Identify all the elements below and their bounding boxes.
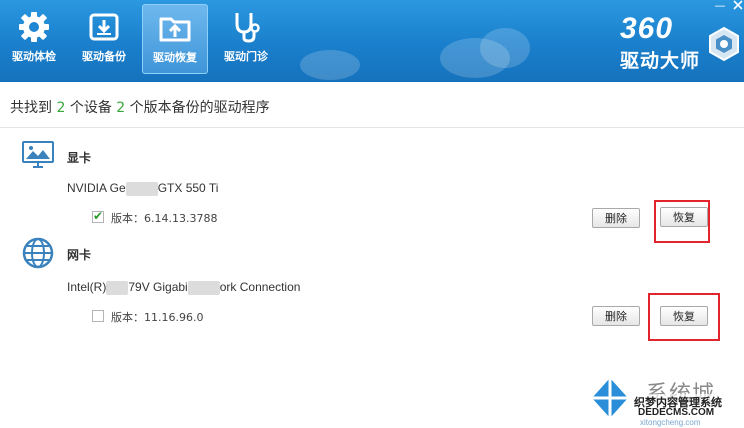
logo-hex-icon [709, 26, 739, 62]
minimize-button[interactable]: — [712, 0, 728, 12]
version-checkbox-display[interactable]: ✔ [92, 209, 104, 223]
redacted-text [187, 280, 220, 295]
nav-label: 驱动恢复 [153, 51, 197, 64]
windows-logo-icon [592, 378, 628, 418]
nav-label: 驱动备份 [82, 50, 126, 63]
version-count: 2 [116, 100, 126, 116]
device-name-part: ork Connection [219, 280, 301, 294]
category-title-display: 显卡 [67, 151, 92, 165]
device-count: 2 [56, 100, 66, 116]
watermark: 系统城 织梦内容管理系统 DEDECMS.COM xitongcheng.com [590, 372, 744, 428]
device-name-network: Intel(R) 79V Gigabi ork Connection [67, 280, 300, 295]
category-title-network: 网卡 [67, 248, 92, 262]
device-name-part: NVIDIA Ge [67, 181, 126, 195]
device-name-part: 79V Gigabi [128, 280, 188, 294]
nav-drive-restore[interactable]: 驱动恢复 [142, 4, 208, 74]
monitor-icon [22, 141, 54, 168]
summary-suffix: 个版本备份的驱动程序 [129, 100, 270, 116]
cloud-decoration [480, 28, 530, 68]
cloud-decoration [300, 50, 360, 80]
watermark-line3: xitongcheng.com [640, 418, 701, 427]
globe-icon [22, 237, 54, 269]
logo-360: 360 [620, 12, 674, 45]
logo-product-name: 驱动大师 [620, 50, 701, 72]
highlight-box [654, 200, 710, 243]
highlight-box [648, 293, 720, 341]
device-name-part: Intel(R) [67, 280, 107, 294]
device-name-display: NVIDIA Ge GTX 550 Ti [67, 181, 218, 196]
summary-mid: 个设备 [69, 100, 112, 116]
version-label-network: 版本：11.16.96.0 [111, 311, 204, 324]
close-icon [733, 0, 743, 10]
divider [0, 127, 744, 128]
watermark-line2: DEDECMS.COM [638, 407, 715, 418]
top-banner: — 驱动体检 驱动备份 驱动恢复 驱动门诊 360 驱动大师 [0, 0, 744, 82]
version-checkbox-network[interactable] [92, 310, 104, 322]
redacted-text [106, 280, 129, 295]
nav-drive-check[interactable]: 驱动体检 [1, 4, 67, 74]
version-label-display: 版本：6.14.13.3788 [111, 212, 218, 225]
nav-drive-clinic[interactable]: 驱动门诊 [213, 4, 279, 74]
stethoscope-icon [235, 13, 260, 43]
close-button[interactable] [730, 0, 744, 12]
nav-drive-backup[interactable]: 驱动备份 [71, 4, 137, 74]
device-name-part: GTX 550 Ti [157, 181, 219, 195]
redacted-text [125, 181, 158, 196]
upload-folder-icon [159, 17, 191, 42]
summary-prefix: 共找到 [10, 100, 52, 116]
nav-label: 驱动门诊 [224, 50, 268, 63]
delete-button[interactable]: 删除 [592, 208, 640, 228]
download-box-icon [89, 13, 119, 41]
check-icon: ✔ [93, 209, 104, 223]
nav-label: 驱动体检 [12, 50, 56, 63]
summary-line: 共找到 2 个设备 2 个版本备份的驱动程序 [10, 97, 270, 117]
delete-button[interactable]: 删除 [592, 306, 640, 326]
gear-icon [19, 12, 49, 42]
